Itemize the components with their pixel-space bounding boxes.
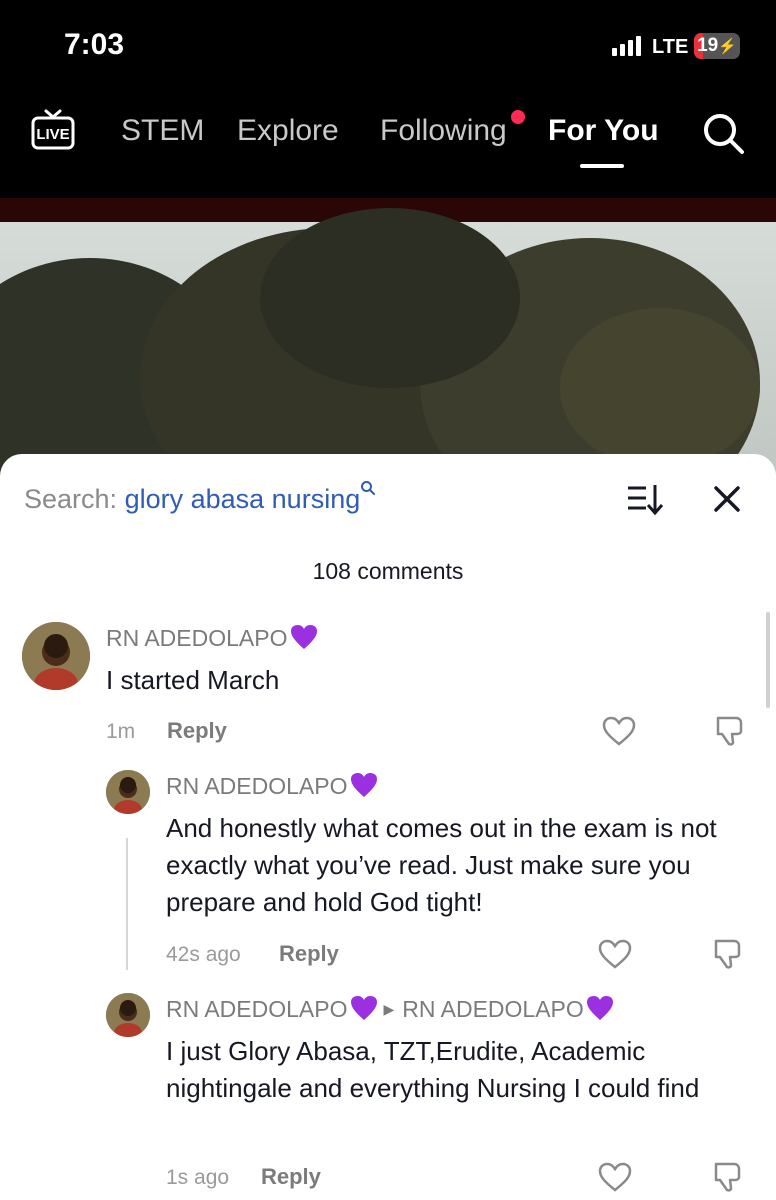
comment-username[interactable]: RN ADEDOLAPO (106, 624, 318, 652)
search-label: Search: (24, 484, 118, 514)
comment-text: I started March (106, 665, 280, 695)
tab-explore[interactable]: Explore (237, 114, 339, 148)
notification-dot (511, 110, 525, 124)
sort-icon[interactable] (626, 482, 664, 516)
search-term-link[interactable]: glory abasa nursing (125, 484, 361, 514)
tree-foliage (560, 308, 760, 468)
battery-icon: 19⚡ (694, 33, 740, 59)
tab-stem[interactable]: STEM (121, 114, 204, 148)
like-heart-icon[interactable] (598, 1162, 632, 1192)
signal-icon (612, 36, 641, 56)
live-label: LIVE (36, 126, 69, 143)
like-heart-icon[interactable] (602, 716, 636, 746)
dislike-icon[interactable] (710, 1160, 744, 1194)
purple-heart-icon (350, 773, 377, 797)
reply-text: I just Glory Abasa, TZT,Erudite, Academi… (166, 1036, 700, 1103)
comment-time: 1m (106, 720, 136, 743)
network-label: LTE (652, 36, 689, 58)
like-heart-icon[interactable] (598, 939, 632, 969)
reply-button[interactable]: Reply (261, 1164, 321, 1190)
reply-button[interactable]: Reply (279, 941, 339, 967)
purple-heart-icon (586, 996, 613, 1020)
clock: 7:03 (64, 28, 125, 61)
reply-time: 42s ago (166, 943, 241, 966)
top-nav: LIVE STEM Explore Following For You (0, 90, 776, 198)
video-preview[interactable] (0, 198, 776, 488)
close-icon[interactable] (712, 484, 742, 514)
reply-time: 1s ago (166, 1166, 230, 1189)
reply-username[interactable]: RN ADEDOLAPO (166, 772, 378, 800)
reply-to-username[interactable]: RN ADEDOLAPO (402, 996, 584, 1022)
live-icon[interactable]: LIVE (30, 108, 76, 154)
tab-for-you[interactable]: For You (548, 114, 659, 148)
purple-heart-icon (350, 996, 377, 1020)
tab-following[interactable]: Following (380, 114, 507, 148)
search-magnifier-icon (361, 481, 376, 495)
reply-username[interactable]: RN ADEDOLAPO ▶ RN ADEDOLAPO (166, 995, 614, 1023)
dislike-icon[interactable] (710, 937, 744, 971)
status-bar: 7:03 LTE 19⚡ (0, 0, 776, 90)
reply-text: And honestly what comes out in the exam … (166, 813, 717, 917)
comments-sheet: Search: glory abasa nursing 108 comments… (0, 454, 776, 1200)
scrollbar[interactable] (766, 612, 770, 708)
search-icon[interactable] (700, 110, 746, 156)
avatar[interactable] (106, 770, 150, 814)
avatar[interactable] (106, 993, 150, 1037)
purple-heart-icon (290, 625, 317, 649)
reply-to-arrow-icon: ▶ (383, 1001, 395, 1017)
battery-level: 19 (697, 35, 719, 56)
tree-foliage (260, 208, 520, 388)
dislike-icon[interactable] (712, 714, 746, 748)
reply-button[interactable]: Reply (167, 718, 227, 744)
avatar[interactable] (22, 622, 90, 690)
active-tab-indicator (580, 164, 624, 168)
comment-count: 108 comments (312, 558, 464, 584)
thread-line (126, 838, 128, 970)
comment-search-suggestion[interactable]: Search: glory abasa nursing (24, 481, 376, 515)
